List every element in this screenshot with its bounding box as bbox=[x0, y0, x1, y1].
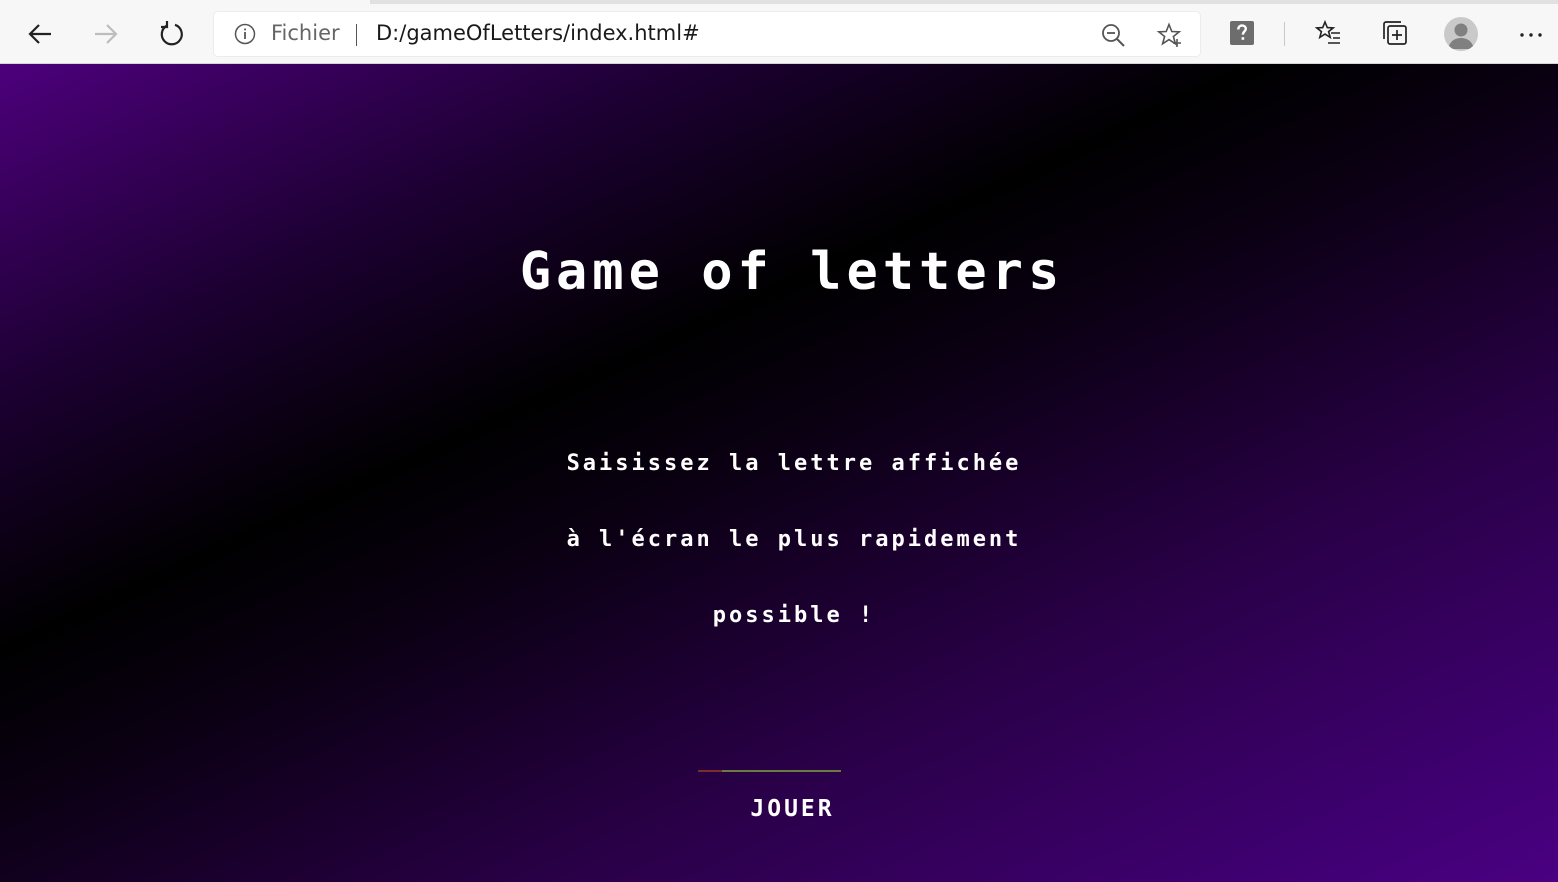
address-divider bbox=[356, 24, 357, 46]
browser-toolbar: Fichier D:/gameOfLetters/index.html# bbox=[0, 0, 1558, 64]
refresh-button[interactable] bbox=[152, 14, 192, 54]
scheme-label: Fichier bbox=[271, 21, 340, 45]
back-button[interactable] bbox=[20, 14, 60, 54]
refresh-icon bbox=[160, 21, 183, 46]
forward-arrow-icon bbox=[95, 24, 118, 44]
star-icon[interactable] bbox=[1156, 22, 1182, 48]
url-text[interactable]: D:/gameOfLetters/index.html# bbox=[376, 21, 700, 45]
instruction-line: Saisissez la lettre affichée bbox=[566, 451, 1022, 476]
more-menu-button[interactable] bbox=[1516, 18, 1546, 48]
zoom-icon[interactable] bbox=[1100, 22, 1126, 48]
help-extension-icon bbox=[1230, 21, 1254, 45]
forward-button[interactable] bbox=[86, 14, 126, 54]
help-extension-button[interactable] bbox=[1227, 18, 1257, 48]
profile-icon bbox=[1448, 23, 1474, 49]
game-page: Game of letters Saisissez la lettre affi… bbox=[0, 64, 1558, 882]
more-menu-icon bbox=[1520, 33, 1542, 37]
favorites-list-icon bbox=[1314, 19, 1340, 44]
play-underline-accent bbox=[698, 770, 722, 772]
play-button[interactable]: JOUER bbox=[720, 794, 865, 824]
address-bar[interactable]: Fichier D:/gameOfLetters/index.html# bbox=[214, 12, 1200, 56]
collections-icon bbox=[1383, 21, 1407, 45]
instruction-line: à l'écran le plus rapidement bbox=[566, 527, 1022, 552]
avatar[interactable] bbox=[1444, 17, 1478, 51]
back-arrow-icon bbox=[28, 24, 51, 44]
page-title: Game of letters bbox=[519, 242, 1065, 302]
toolbar-separator bbox=[1284, 22, 1285, 46]
favorites-button[interactable] bbox=[1313, 18, 1343, 48]
instruction-line: possible ! bbox=[712, 603, 876, 628]
collections-button[interactable] bbox=[1380, 18, 1410, 48]
info-icon[interactable] bbox=[234, 23, 256, 45]
tab-strip-edge bbox=[370, 0, 1558, 4]
